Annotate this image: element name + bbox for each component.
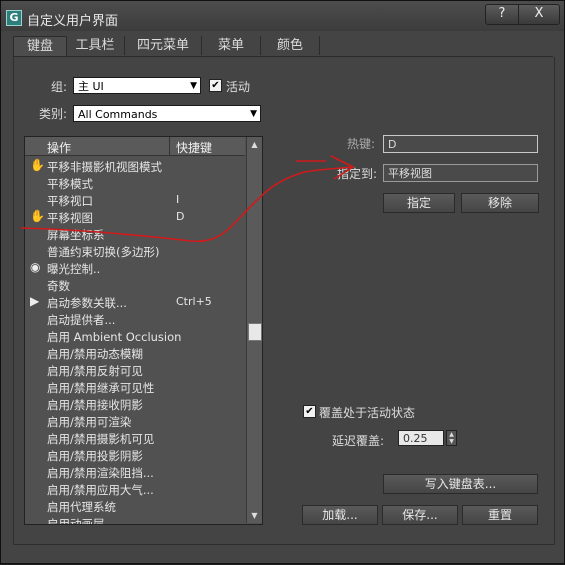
group-dropdown-value: 主 UI	[78, 80, 104, 93]
list-item[interactable]: 启用/禁用继承可见性	[25, 378, 245, 395]
tab-toolbars[interactable]: 工具栏	[66, 36, 125, 55]
spinner-arrows-icon[interactable]: ▲ ▼	[446, 430, 457, 446]
group-dropdown[interactable]: 主 UI ▼	[73, 77, 201, 94]
list-item[interactable]: 启用/禁用可渲染	[25, 412, 245, 429]
category-dropdown-value: All Commands	[78, 108, 158, 121]
hotkey-field[interactable]: D	[383, 135, 538, 153]
list-item-name: 启用/禁用动态模糊	[47, 347, 143, 361]
chevron-down-icon: ▼	[190, 81, 197, 91]
list-item-name: 平移视口	[47, 194, 93, 208]
list-item[interactable]: 启用/禁用投影阴影	[25, 446, 245, 463]
list-item-shortcut: Ctrl+5	[176, 295, 212, 308]
hand-icon: ✋	[30, 209, 45, 223]
list-item-name: 奇数	[47, 279, 70, 293]
help-button[interactable]: ?	[485, 4, 519, 25]
list-item[interactable]: 启用代理系统	[25, 497, 245, 514]
remove-button[interactable]: 移除	[461, 193, 539, 213]
list-item[interactable]: 启动提供者...	[25, 310, 245, 327]
assign-button[interactable]: 指定	[383, 193, 455, 213]
title-bar: G 自定义用户界面 ? X	[1, 1, 564, 31]
window-title: 自定义用户界面	[27, 14, 119, 29]
list-item[interactable]: 启用 Ambient Occlusion	[25, 327, 245, 344]
list-item-name: 启用/禁用可渲染	[47, 415, 132, 429]
tab-keyboard[interactable]: 键盘	[13, 36, 67, 56]
list-item[interactable]: 普通约束切换(多边形)	[25, 242, 245, 259]
list-item[interactable]: 启用/禁用接收阴影	[25, 395, 245, 412]
tab-menus[interactable]: 菜单	[202, 36, 261, 55]
list-item[interactable]: 启用/禁用摄影机可见	[25, 429, 245, 446]
list-item[interactable]: 启用/禁用反射可见	[25, 361, 245, 378]
chevron-down-icon: ▼	[250, 109, 257, 119]
list-item-shortcut: I	[176, 193, 180, 206]
list-item[interactable]: 屏幕坐标系	[25, 225, 245, 242]
list-item-name: 平移非摄影机视图模式	[47, 160, 162, 174]
exposure-icon: ◉	[30, 260, 41, 274]
list-item-name: 启动参数关联...	[47, 296, 127, 310]
list-item-name: 屏幕坐标系	[47, 228, 105, 242]
active-label: 活动	[226, 80, 251, 94]
wire-params-icon: ▶	[30, 294, 40, 308]
scroll-thumb[interactable]	[248, 323, 262, 341]
close-button[interactable]: X	[518, 4, 560, 25]
list-item[interactable]: 奇数	[25, 276, 245, 293]
tab-quad-menus[interactable]: 四元菜单	[125, 36, 202, 55]
list-item-name: 启用/禁用反射可见	[47, 364, 143, 378]
list-item-name: 启用/禁用投影阴影	[47, 449, 143, 463]
list-item-name: 曝光控制..	[47, 262, 101, 276]
list-item-name: 平移视图	[47, 211, 93, 225]
category-dropdown[interactable]: All Commands ▼	[73, 105, 261, 122]
action-list[interactable]: 操作 快捷键 ✋ 平移非摄影机视图模式 平移模式 平移视口 I ✋ 平移视图 D 屏幕坐标系 普通…	[24, 136, 263, 525]
column-header-action[interactable]: 操作	[47, 139, 71, 156]
scroll-up-icon[interactable]: ▲	[247, 137, 262, 152]
save-button[interactable]: 保存...	[382, 505, 458, 525]
list-item[interactable]: 平移模式	[25, 174, 245, 191]
column-header-shortcut[interactable]: 快捷键	[176, 139, 212, 156]
active-checkbox[interactable]: ✔	[209, 79, 222, 92]
tab-colors[interactable]: 颜色	[261, 36, 320, 55]
list-item-name: 启用/禁用继承可见性	[47, 381, 155, 395]
header-divider	[169, 137, 170, 155]
list-item-name: 启动提供者...	[47, 313, 116, 327]
list-item[interactable]: ▶ 启动参数关联... Ctrl+5	[25, 293, 245, 310]
list-item[interactable]: 启用/禁用动态模糊	[25, 344, 245, 361]
list-item[interactable]: ✋ 平移视图 D	[25, 208, 245, 225]
list-item-shortcut: D	[176, 210, 185, 223]
list-item-name: 启用/禁用应用大气...	[47, 483, 154, 497]
list-header: 操作 快捷键	[25, 137, 245, 156]
list-item[interactable]: 启用/禁用应用大气...	[25, 480, 245, 497]
list-item-name: 启用 Ambient Occlusion	[47, 330, 182, 344]
assigned-to-label: 指定到:	[337, 167, 378, 181]
list-item-name: 普通约束切换(多边形)	[47, 245, 160, 259]
list-item[interactable]: 启用/禁用渲染阻挡...	[25, 463, 245, 480]
list-item-name: 启用动画层	[47, 517, 105, 525]
group-label: 组:	[51, 80, 68, 94]
reset-button[interactable]: 重置	[462, 505, 538, 525]
delay-override-input[interactable]: 0.25	[398, 430, 444, 446]
scroll-down-icon[interactable]: ▼	[247, 508, 262, 523]
customize-ui-window: G 自定义用户界面 ? X 键盘 工具栏 四元菜单 菜单 颜色 组: 主 UI …	[0, 0, 565, 564]
list-item[interactable]: ✋ 平移非摄影机视图模式	[25, 157, 245, 174]
list-item-name: 平移模式	[47, 177, 93, 191]
category-label: 类别:	[39, 107, 68, 121]
tab-bar: 键盘 工具栏 四元菜单 菜单 颜色	[13, 36, 553, 57]
list-item[interactable]: 启用动画层	[25, 514, 245, 525]
hand-icon: ✋	[30, 158, 45, 172]
delay-override-label: 延迟覆盖:	[332, 434, 385, 448]
list-scrollbar[interactable]: ▲ ▼	[246, 137, 262, 523]
write-keyboard-chart-button[interactable]: 写入键盘表...	[383, 474, 538, 494]
list-item-name: 启用/禁用接收阴影	[47, 398, 143, 412]
override-label: 覆盖处于活动状态	[319, 406, 416, 420]
list-item-name: 启用/禁用摄影机可见	[47, 432, 155, 446]
app-logo-icon: G	[6, 10, 22, 26]
list-item-name: 启用代理系统	[47, 500, 116, 514]
hotkey-label: 热键:	[347, 137, 376, 151]
list-item[interactable]: 平移视口 I	[25, 191, 245, 208]
override-checkbox[interactable]: ✔	[303, 405, 316, 418]
assigned-to-field: 平移视图	[383, 164, 538, 182]
list-item[interactable]: ◉ 曝光控制..	[25, 259, 245, 276]
load-button[interactable]: 加载...	[302, 505, 378, 525]
list-item-name: 启用/禁用渲染阻挡...	[47, 466, 154, 480]
